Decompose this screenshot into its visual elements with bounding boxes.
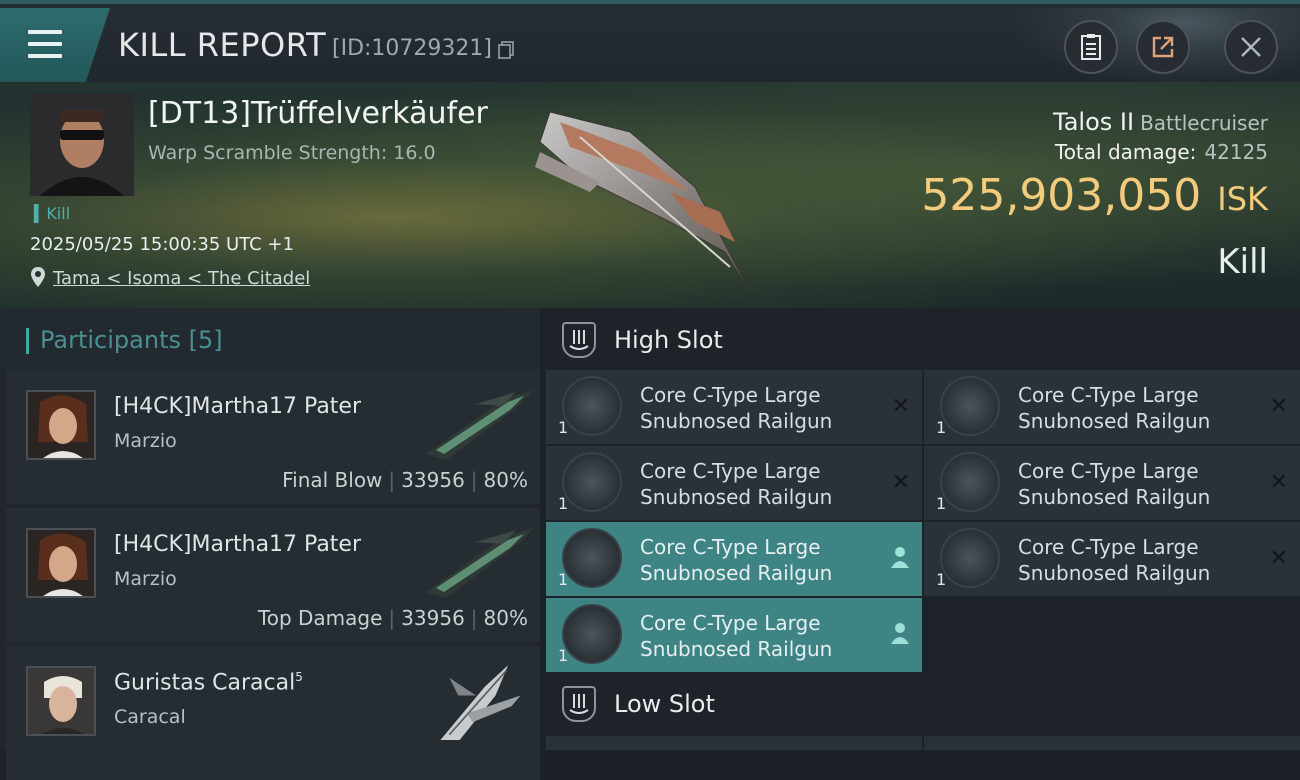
railgun-icon [562,376,622,436]
participant-ship-image [426,528,534,598]
isk-value: 525,903,050 ISK [921,170,1268,221]
module-quantity: 1 [936,570,947,589]
close-button[interactable] [1224,20,1278,74]
copy-icon[interactable] [498,41,514,59]
module-name: Core C-Type Large Snubnosed Railgun [640,611,833,661]
share-button[interactable] [1136,20,1190,74]
location-pin-icon [31,267,45,287]
destroyed-icon: ✕ [1269,546,1288,571]
destroyed-icon: ✕ [1269,470,1288,495]
participant-card[interactable]: [H4CK]Martha17 Pater Marzio Top Damage | 3… [6,508,540,642]
module-name: Core C-Type Large Snubnosed Railgun [640,535,833,585]
high-slot-icon [562,322,596,358]
participants-header: Participants [5] [0,308,540,370]
module-quantity: 1 [558,494,569,513]
kill-timestamp: 2025/05/25 15:00:35 UTC +1 [30,234,294,255]
module-item-partial[interactable] [546,736,922,750]
result-label: Kill [1217,242,1268,282]
module-item[interactable]: 1 Core C-Type Large Snubnosed Railgun ✕ [546,446,922,520]
low-slot-title: Low Slot [614,690,715,718]
participant-corp: Marzio [114,568,177,590]
module-item[interactable]: 1 Core C-Type Large Snubnosed Railgun ✕ [546,370,922,444]
module-name: Core C-Type Large Snubnosed Railgun [1018,459,1211,509]
module-quantity: 1 [936,418,947,437]
participant-ship-image [426,390,534,460]
avatar [26,528,96,598]
participant-ship-image [440,665,521,740]
module-quantity: 1 [936,494,947,513]
avatar [26,390,96,460]
high-slot-title: High Slot [614,326,723,354]
victim-ship-image [535,111,751,293]
ship-name: Talos II Battlecruiser [1053,108,1268,136]
participant-name: [H4CK]Martha17 Pater [114,532,362,557]
participant-corp: Caracal [114,706,186,728]
participant-stats: Final Blow | 33956 | 80% [282,468,528,492]
participant-card[interactable]: [H4CK]Martha17 Pater Marzio Final Blow | 3… [6,370,540,504]
module-quantity: 1 [558,646,569,665]
module-quantity: 1 [558,570,569,589]
participants-label: Participants [5] [40,326,223,354]
person-icon [891,623,909,644]
clipboard-icon [1081,34,1101,60]
railgun-icon [562,452,622,512]
report-id: [ID:10729321] [332,36,492,61]
page-title: KILL REPORT [118,26,327,64]
clipboard-button[interactable] [1064,20,1118,74]
module-item[interactable]: 1 Core C-Type Large Snubnosed Railgun [546,522,922,596]
participant-card[interactable]: Guristas Caracal5 Caracal [6,646,540,780]
kill-tag: ▍Kill [34,204,71,223]
avatar [26,666,96,736]
low-slot-header: Low Slot [546,672,1300,734]
share-icon [1152,36,1174,58]
module-name: Core C-Type Large Snubnosed Railgun [1018,535,1211,585]
victim-name: [DT13]Trüffelverkäufer [148,96,488,131]
module-quantity: 1 [558,418,569,437]
participant-name: [H4CK]Martha17 Pater [114,394,362,419]
destroyed-icon: ✕ [1269,394,1288,419]
railgun-icon [562,604,622,664]
module-item-partial[interactable] [924,736,1300,750]
menu-button[interactable] [0,8,110,82]
railgun-icon [562,528,622,588]
participant-name: Guristas Caracal5 [114,670,303,696]
module-item[interactable]: 1 Core C-Type Large Snubnosed Railgun ✕ [924,370,1300,444]
top-bar: KILL REPORT [ID:10729321] [0,0,1300,86]
module-name: Core C-Type Large Snubnosed Railgun [1018,383,1211,433]
total-damage: Total damage: 42125 [1054,140,1268,164]
destroyed-icon: ✕ [891,470,910,495]
railgun-icon [940,452,1000,512]
participants-panel: Participants [5] [H4CK]Martha17 Pater Ma… [0,308,540,780]
module-name: Core C-Type Large Snubnosed Railgun [640,383,833,433]
victim-banner: [DT13]Trüffelverkäufer Warp Scramble Str… [0,82,1300,308]
module-item[interactable]: 1 Core C-Type Large Snubnosed Railgun ✕ [924,446,1300,520]
close-icon [1241,37,1261,57]
destroyed-icon: ✕ [891,394,910,419]
low-slot-icon [562,686,596,722]
location-link[interactable]: Tama < Isoma < The Citadel [53,268,310,289]
high-slot-header: High Slot [546,308,1300,370]
module-item[interactable]: 1 Core C-Type Large Snubnosed Railgun [546,598,922,672]
module-name: Core C-Type Large Snubnosed Railgun [640,459,833,509]
participant-corp: Marzio [114,430,177,452]
fitting-panel: High Slot 1 Core C-Type Large Snubnosed … [540,308,1300,750]
person-icon [891,547,909,568]
participant-stats: Top Damage | 33956 | 80% [257,606,528,630]
module-item[interactable]: 1 Core C-Type Large Snubnosed Railgun ✕ [924,522,1300,596]
railgun-icon [940,528,1000,588]
warp-scramble-strength: Warp Scramble Strength: 16.0 [148,142,436,164]
railgun-icon [940,376,1000,436]
victim-portrait[interactable] [30,94,134,196]
